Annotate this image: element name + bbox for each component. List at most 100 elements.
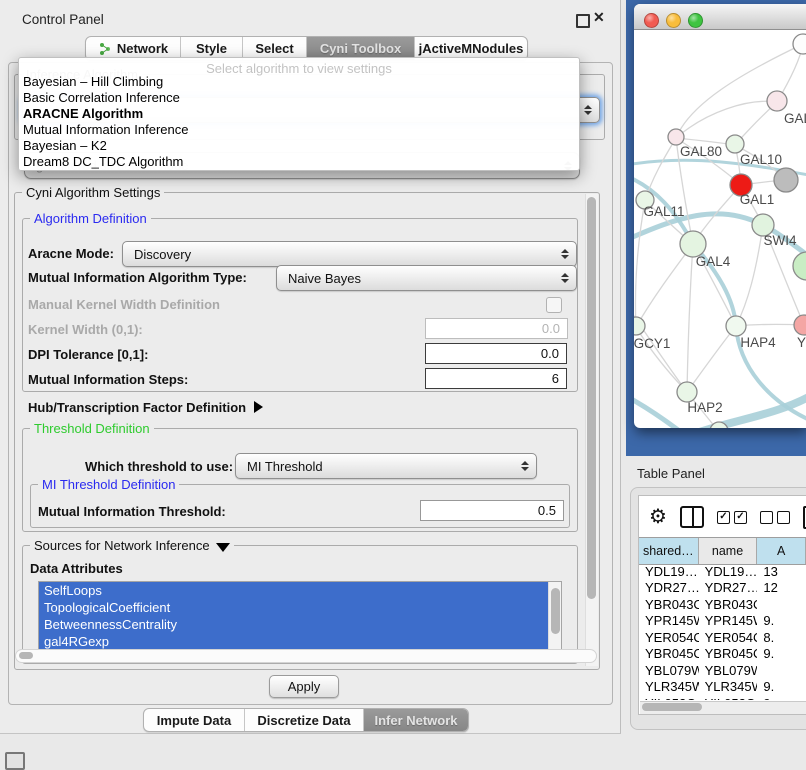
panel-title: Control Panel — [22, 12, 104, 27]
mi-threshold-group-title: MI Threshold Definition — [38, 477, 179, 492]
mi-threshold-field[interactable]: 0.5 — [420, 500, 564, 521]
sources-group-title[interactable]: Sources for Network Inference — [30, 538, 234, 553]
algorithm-option[interactable]: Mutual Information Inference — [19, 122, 579, 138]
network-node-hap4[interactable] — [726, 316, 746, 336]
network-node-hap2[interactable] — [677, 382, 697, 402]
network-node-y[interactable] — [794, 315, 806, 335]
table-row[interactable]: YLR345WYLR345W9. — [639, 679, 806, 696]
tab-impute-data[interactable]: Impute Data — [144, 709, 245, 731]
table-row[interactable]: YER054CYER054C8. — [639, 629, 806, 646]
algorithm-option[interactable]: Bayesian – Hill Climbing — [19, 74, 579, 90]
network-edge[interactable] — [634, 396, 686, 428]
scrollbar-thumb[interactable] — [587, 197, 596, 599]
table-cell: YDR27… — [639, 580, 699, 595]
mi-type-label: Mutual Information Algorithm Type: — [28, 270, 247, 285]
minimize-button[interactable] — [666, 13, 681, 28]
table-cell: YIL052C — [699, 696, 758, 700]
network-node[interactable] — [774, 168, 798, 192]
mi-type-combo[interactable]: Naive Bayes — [276, 265, 577, 291]
settings-gear-icon[interactable]: ⚙ — [649, 507, 667, 527]
network-node-gal10[interactable] — [726, 135, 744, 153]
which-threshold-combo[interactable]: MI Threshold — [235, 453, 537, 479]
tab-infer-network[interactable]: Infer Network — [364, 709, 468, 731]
data-attribute-item[interactable]: SelfLoops — [39, 582, 549, 599]
minimized-panel-icon[interactable] — [5, 752, 25, 770]
network-edge[interactable] — [736, 225, 763, 326]
close-button[interactable] — [644, 13, 659, 28]
column-header-shared[interactable]: shared… — [639, 538, 699, 564]
dpi-tolerance-field[interactable]: 0.0 — [425, 343, 567, 364]
network-node[interactable] — [793, 34, 806, 54]
network-node-label: HAP4 — [740, 335, 776, 350]
data-attributes-list[interactable]: SelfLoopsTopologicalCoefficientBetweenne… — [38, 581, 562, 651]
scrollbar-thumb[interactable] — [19, 652, 33, 659]
mi-steps-field[interactable]: 6 — [425, 368, 567, 389]
table-cell: YPR145W — [699, 613, 758, 628]
table-toolbar: ⚙ ✓✓ — [640, 500, 806, 534]
table-row[interactable]: YBR043CYBR043C — [639, 596, 806, 613]
table-row[interactable]: YIL052CYIL052C9 — [639, 695, 806, 700]
table-row[interactable]: YDR27…YDR27…12 — [639, 580, 806, 597]
column-header-name[interactable]: name — [699, 538, 758, 564]
hub-definition-toggle[interactable]: Hub/Transcription Factor Definition — [28, 400, 263, 415]
which-threshold-value: MI Threshold — [247, 459, 323, 474]
table-cell: YDL19… — [699, 564, 758, 579]
kernel-width-label: Kernel Width (0,1): — [28, 322, 143, 337]
settings-horizontal-scrollbar[interactable] — [15, 649, 597, 663]
table-cell: YBL079W — [699, 663, 758, 678]
table-cell: 9. — [757, 613, 806, 628]
network-window-titlebar[interactable] — [634, 4, 806, 30]
manual-kernel-checkbox[interactable] — [546, 297, 562, 313]
network-edge[interactable] — [676, 101, 777, 138]
table-body: YDL19…YDL19…13YDR27…YDR27…12YBR043CYBR04… — [639, 563, 806, 700]
data-attribute-item[interactable]: TopologicalCoefficient — [39, 599, 549, 616]
manual-kernel-label: Manual Kernel Width Definition — [28, 297, 220, 312]
table-row[interactable]: YPR145WYPR145W9. — [639, 613, 806, 630]
list-vertical-scrollbar[interactable] — [548, 582, 561, 650]
table-cell: YDL19… — [639, 564, 699, 579]
network-node-label: HAP2 — [687, 400, 722, 415]
settings-vertical-scrollbar[interactable] — [585, 194, 598, 666]
algorithm-option[interactable]: Bayesian – K2 — [19, 138, 579, 154]
table-row[interactable]: YBL079WYBL079W — [639, 662, 806, 679]
algorithm-option[interactable]: ARACNE Algorithm — [19, 106, 579, 122]
split-columns-icon[interactable] — [680, 506, 704, 528]
network-node[interactable] — [793, 252, 806, 280]
network-edge[interactable] — [635, 201, 645, 327]
aracne-mode-combo[interactable]: Discovery — [122, 241, 577, 267]
table-row[interactable]: YBR045CYBR045C9. — [639, 646, 806, 663]
table-cell: 13 — [757, 564, 806, 579]
algorithm-option[interactable]: Dream8 DC_TDC Algorithm — [19, 154, 579, 170]
network-node-gal7[interactable] — [767, 91, 787, 111]
dpi-tolerance-label: DPI Tolerance [0,1]: — [28, 347, 148, 362]
scrollbar-thumb[interactable] — [551, 588, 560, 634]
data-attribute-item[interactable]: gal4RGexp — [39, 633, 549, 650]
table-cell: YBR043C — [699, 597, 758, 612]
hub-definition-label: Hub/Transcription Factor Definition — [28, 400, 246, 415]
zoom-button[interactable] — [688, 13, 703, 28]
network-edge[interactable] — [687, 326, 736, 392]
kernel-width-field[interactable]: 0.0 — [425, 318, 568, 339]
network-edge[interactable] — [687, 244, 693, 392]
network-canvas[interactable]: GAL7GAL80GAL10GAL1GAL11SWI4GAL4GCY1HAP4Y… — [634, 30, 806, 428]
scrollbar-thumb[interactable] — [642, 703, 702, 711]
algorithm-option[interactable]: Basic Correlation Inference — [19, 90, 579, 106]
network-node-gal80[interactable] — [668, 129, 684, 145]
close-panel-icon[interactable]: ✕ — [593, 9, 605, 26]
table-row[interactable]: YDL19…YDL19…13 — [639, 563, 806, 580]
table-cell: 9. — [757, 646, 806, 661]
tab-discretize-data[interactable]: Discretize Data — [245, 709, 364, 731]
threshold-definition-title: Threshold Definition — [30, 421, 154, 436]
network-edge[interactable] — [693, 244, 806, 422]
column-header-a[interactable]: A — [757, 538, 806, 564]
network-edge[interactable] — [636, 244, 693, 327]
data-attribute-item[interactable]: BetweennessCentrality — [39, 616, 549, 633]
apply-button[interactable]: Apply — [269, 675, 339, 698]
table-cell: YPR145W — [639, 613, 699, 628]
combo-spinner-icon — [561, 249, 569, 259]
network-node-gcy1[interactable] — [634, 317, 645, 335]
table-cell: YER054C — [699, 630, 758, 645]
select-columns-icon[interactable]: ✓✓ — [717, 511, 747, 524]
deselect-columns-icon[interactable] — [760, 511, 790, 524]
float-window-icon[interactable] — [576, 14, 590, 28]
